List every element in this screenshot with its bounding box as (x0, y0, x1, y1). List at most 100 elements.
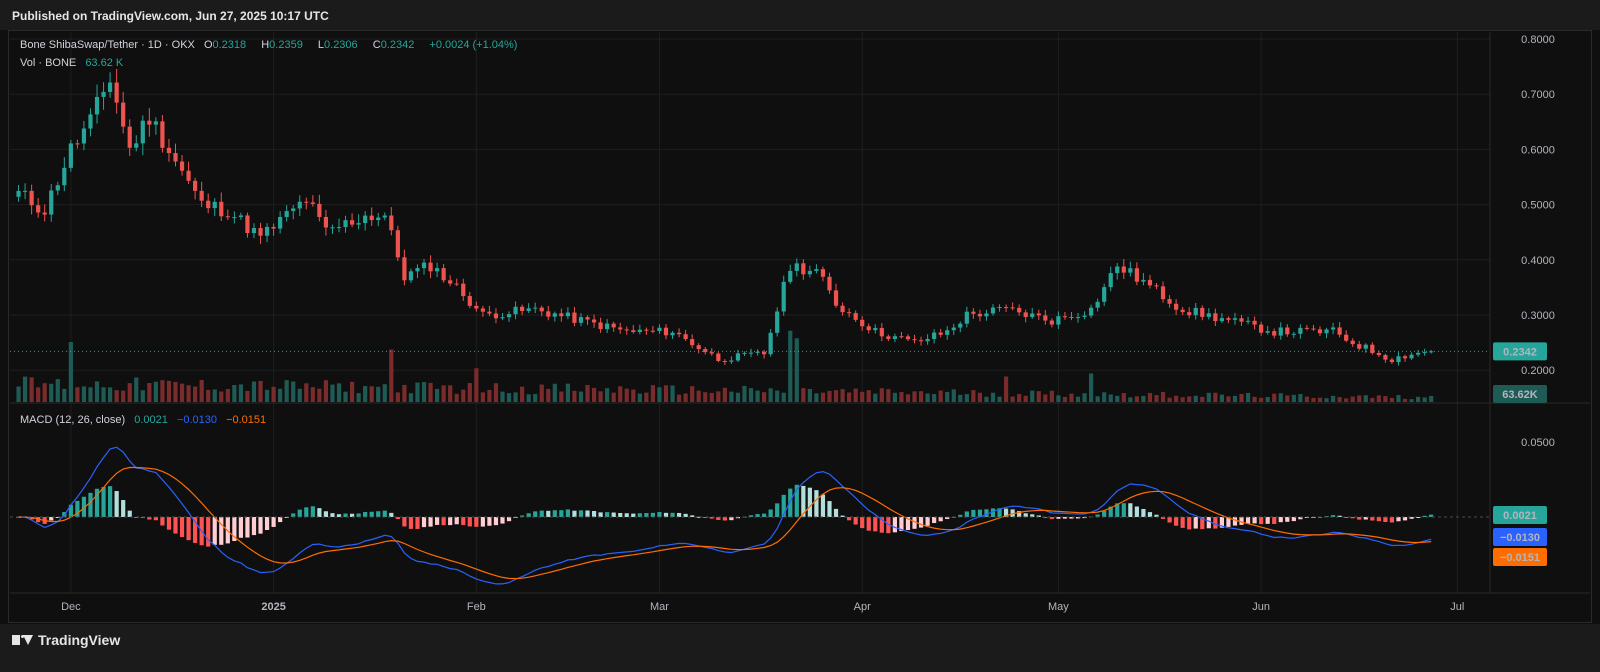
volume-bar (1206, 392, 1211, 402)
candle-body (363, 215, 368, 224)
volume-bar (794, 338, 799, 402)
macd-hist-bar (533, 511, 538, 517)
volume-bar (1311, 397, 1316, 402)
candle-body (1232, 318, 1238, 320)
volume-bar (421, 382, 427, 402)
volume-bar (153, 381, 158, 402)
candle-body (336, 227, 342, 229)
volume-bar (16, 386, 21, 402)
volume-bar (1154, 395, 1159, 402)
candle-body (847, 312, 852, 314)
volume-bar (716, 391, 721, 402)
volume-bar (1102, 392, 1107, 402)
candle-body (108, 82, 113, 92)
time-tick-label: Feb (467, 601, 486, 613)
candle-body (101, 91, 106, 97)
candle-body (1180, 309, 1185, 313)
macd-hist-bar (814, 490, 819, 517)
macd-hist-bar (637, 513, 642, 517)
candle-body (814, 269, 819, 271)
volume-bar (1036, 391, 1041, 402)
volume-bar (925, 393, 930, 402)
volume-bar (284, 380, 289, 402)
candle-body (735, 353, 741, 361)
macd-label[interactable]: MACD (12, 26, close) (20, 414, 125, 426)
candle-body (310, 202, 315, 204)
high-value: 0.2359 (269, 39, 303, 51)
macd-hist-bar (121, 500, 126, 517)
macd-signal-value: −0.0151 (226, 414, 267, 426)
candle-body (1422, 352, 1427, 354)
symbol-title[interactable]: Bone ShibaSwap/Tether · 1D · OKX (20, 39, 195, 51)
macd-hist-bar (938, 517, 943, 522)
candle-body (977, 313, 983, 317)
candle-body (879, 327, 884, 337)
candle-body (29, 190, 34, 206)
macd-hist-bar (402, 517, 407, 527)
candle-body (1357, 344, 1362, 349)
brand-name: TradingView (38, 632, 121, 648)
macd-hist-bar (454, 517, 459, 525)
macd-hist-bar (88, 492, 93, 517)
volume-bar (1069, 393, 1074, 402)
macd-hist-bar (624, 513, 629, 517)
volume-bar (637, 393, 642, 402)
macd-hist-bar (1291, 517, 1296, 522)
candle-body (1200, 307, 1205, 317)
volume-bar (1121, 393, 1126, 402)
macd-hist-bar (323, 511, 329, 517)
candle-body (611, 323, 616, 328)
macd-hist-bar (474, 517, 479, 527)
volume-bar (1285, 395, 1290, 402)
price-legend: Bone ShibaSwap/Tether · 1D · OKX O0.2318… (20, 39, 523, 51)
candle-body (506, 314, 512, 318)
candle-body (578, 317, 584, 323)
volume-bar (500, 391, 505, 402)
volume-bar (722, 387, 727, 402)
macd-hist-bar (1180, 517, 1185, 528)
candle-body (1285, 327, 1290, 335)
candle-body (349, 220, 355, 225)
candle-body (1089, 307, 1094, 316)
macd-hist-bar (598, 512, 603, 517)
candle-body (670, 332, 675, 336)
volume-bar (1187, 396, 1192, 402)
macd-hist-bar (173, 517, 178, 534)
candle-body (114, 82, 119, 103)
candle-body (997, 307, 1002, 309)
volume-bar (847, 392, 852, 402)
time-tick-label: May (1048, 601, 1069, 613)
volume-label[interactable]: Vol · BONE (20, 57, 76, 69)
volume-bar (918, 391, 924, 402)
macd-hist-bar (827, 501, 832, 517)
candle-body (1344, 334, 1349, 341)
volume-bar (264, 389, 270, 402)
volume-bar (160, 380, 165, 402)
volume-bar (905, 394, 911, 402)
volume-bar (1128, 397, 1133, 402)
candle-body (369, 215, 374, 221)
chart-canvas[interactable]: 0.8000 0.7000 0.6000 0.5000 0.4000 0.3000 0.20… (0, 0, 1600, 672)
volume-bar (1337, 397, 1342, 402)
volume-bar (1174, 395, 1179, 402)
candle-body (42, 212, 47, 215)
macd-hist-bar (408, 517, 414, 529)
volume-bar (1402, 398, 1408, 402)
volume-bar (1219, 394, 1224, 402)
candle-body (1049, 320, 1054, 325)
candles (16, 69, 1434, 366)
volume-bar (1075, 396, 1081, 402)
volume-bar (873, 393, 878, 402)
tradingview-brand[interactable]: TradingView (12, 630, 120, 650)
candle-body (1108, 273, 1113, 288)
candle-body (1167, 299, 1172, 304)
volume-bar (395, 392, 400, 402)
candle-body (271, 226, 276, 229)
macd-hist-bar (356, 513, 361, 517)
price-tick-label: 0.6000 (1521, 144, 1555, 156)
macd-hist-bar (114, 491, 119, 517)
macd-hist-bar (807, 487, 812, 517)
candle-body (709, 352, 714, 354)
candle-body (147, 120, 152, 125)
candle-body (415, 268, 420, 272)
